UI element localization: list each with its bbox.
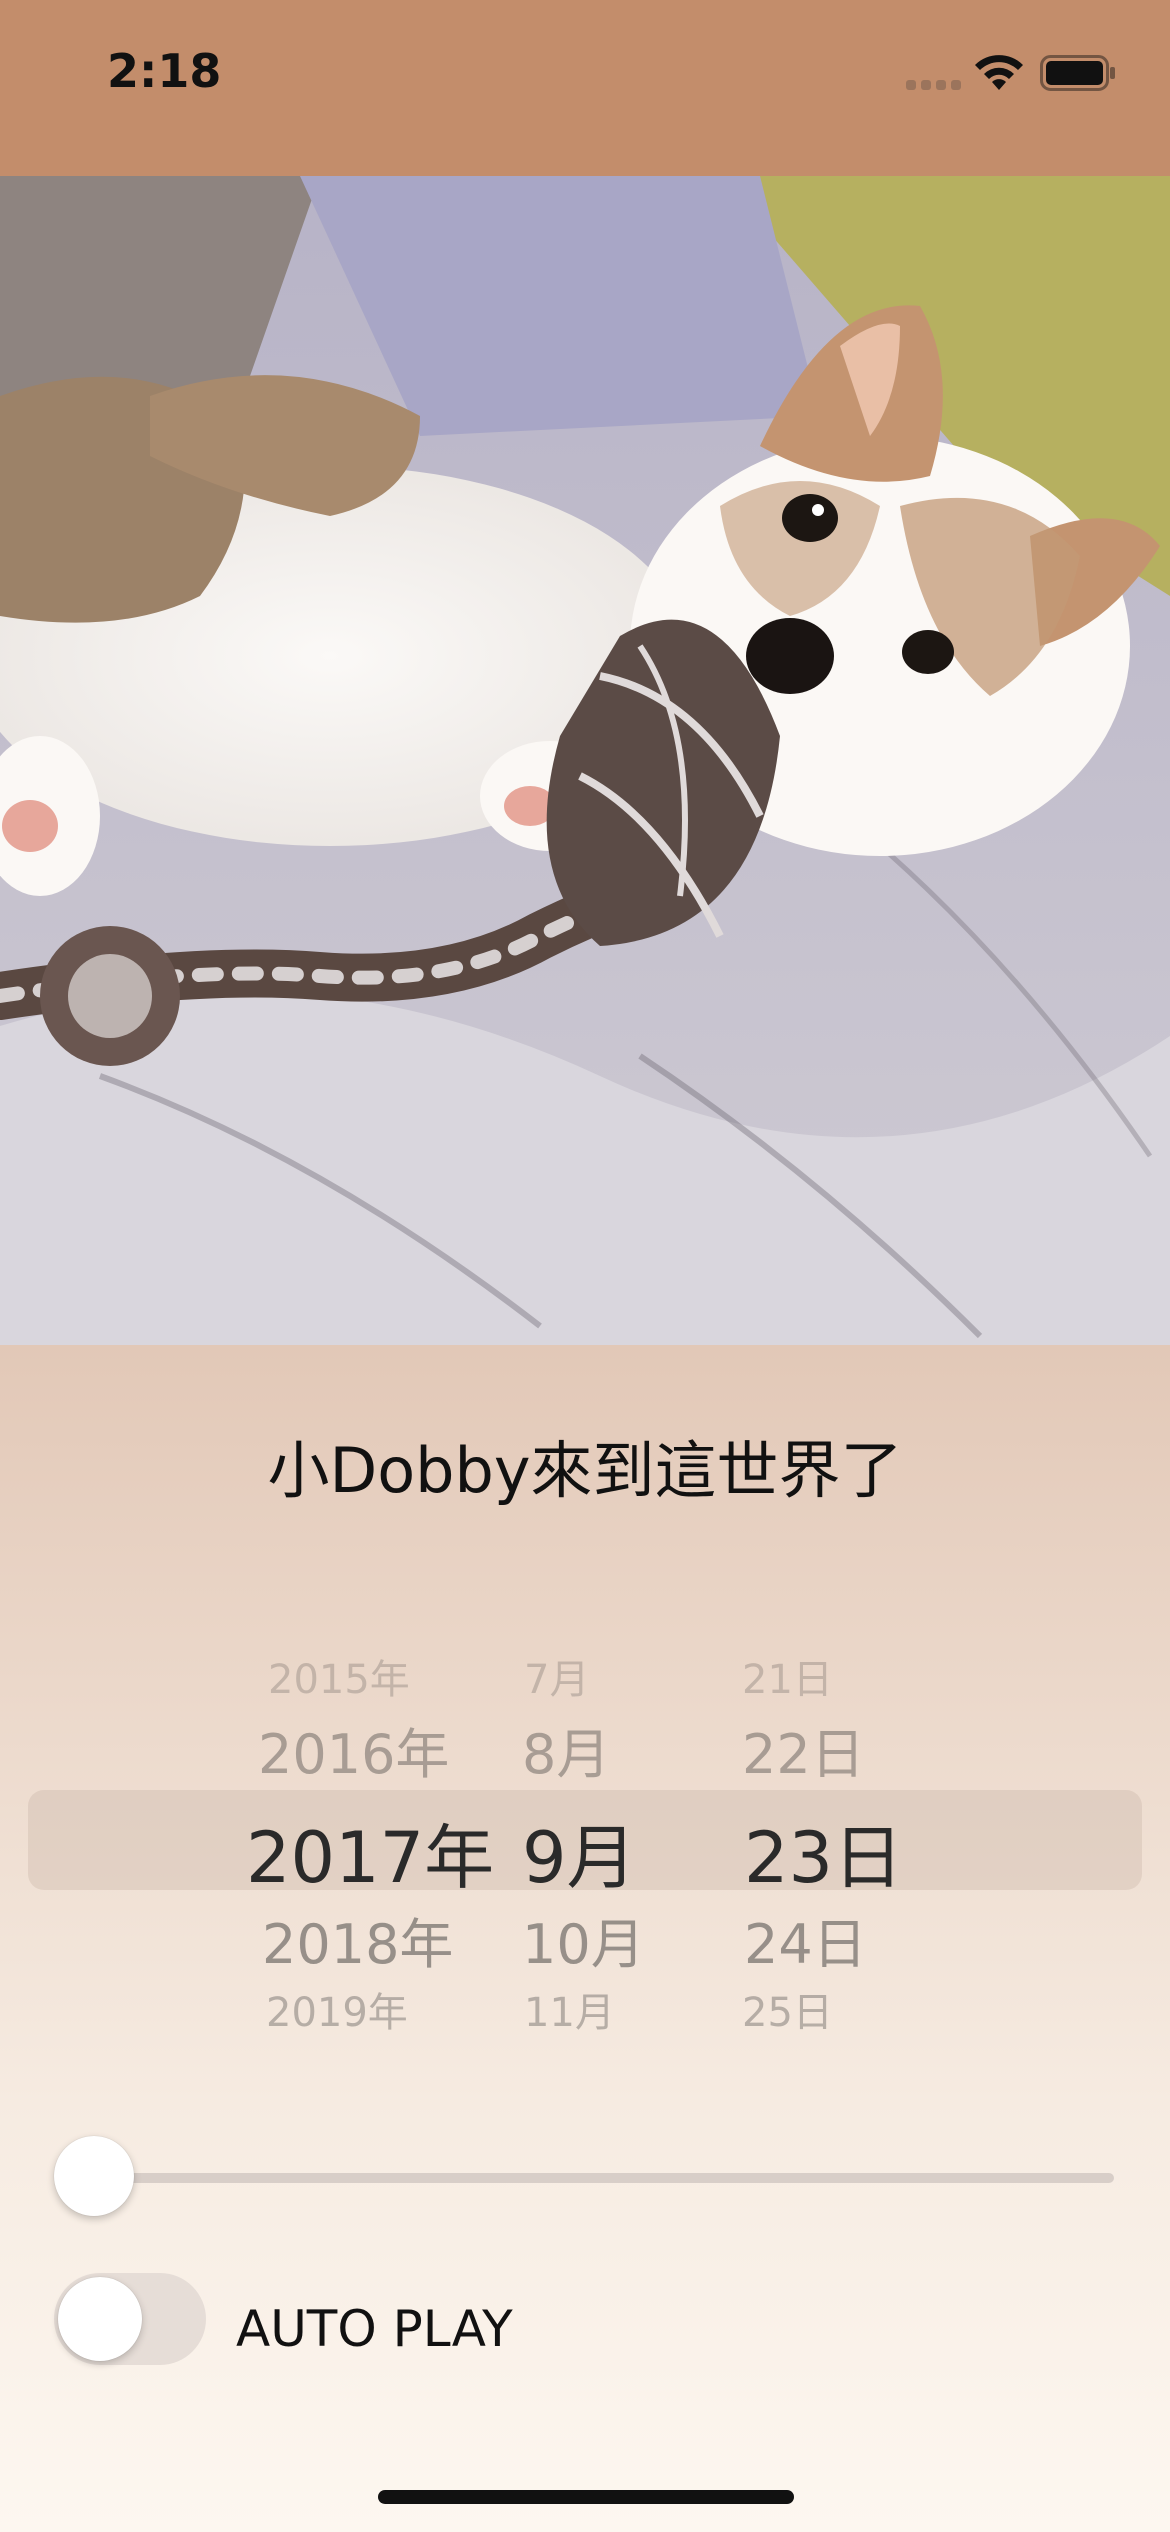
- battery-icon: [1040, 55, 1115, 91]
- picker-day-item[interactable]: 22日: [742, 1710, 865, 1789]
- slider-track[interactable]: [94, 2173, 1114, 2183]
- home-indicator[interactable]: [378, 2490, 794, 2504]
- progress-slider[interactable]: [54, 2136, 1114, 2216]
- auto-play-label: AUTO PLAY: [236, 2300, 513, 2358]
- signal-icon: [906, 80, 961, 90]
- picker-day-selected[interactable]: 23日: [744, 1802, 903, 1903]
- status-bar: 2:18: [0, 0, 1170, 176]
- caption-text: 小Dobby來到這世界了: [267, 1434, 903, 1507]
- status-time: 2:18: [107, 44, 222, 98]
- picker-day-item[interactable]: 21日: [742, 1647, 833, 1705]
- date-picker[interactable]: 2015年 2016年 2017年 2018年 2019年 7月 8月 9月 1…: [0, 1630, 1170, 2036]
- corgi-puppy-photo: [0, 176, 1170, 1345]
- wifi-icon: [975, 55, 1023, 90]
- picker-day-item[interactable]: 24日: [744, 1900, 867, 1979]
- picker-day-item[interactable]: 25日: [742, 1980, 833, 2038]
- day-column[interactable]: 21日 22日 23日 24日 25日: [0, 1630, 1170, 2036]
- toggle-knob[interactable]: [58, 2277, 142, 2361]
- auto-play-toggle[interactable]: [54, 2273, 206, 2365]
- slider-thumb[interactable]: [54, 2136, 134, 2216]
- puppy-photo: [0, 176, 1170, 1345]
